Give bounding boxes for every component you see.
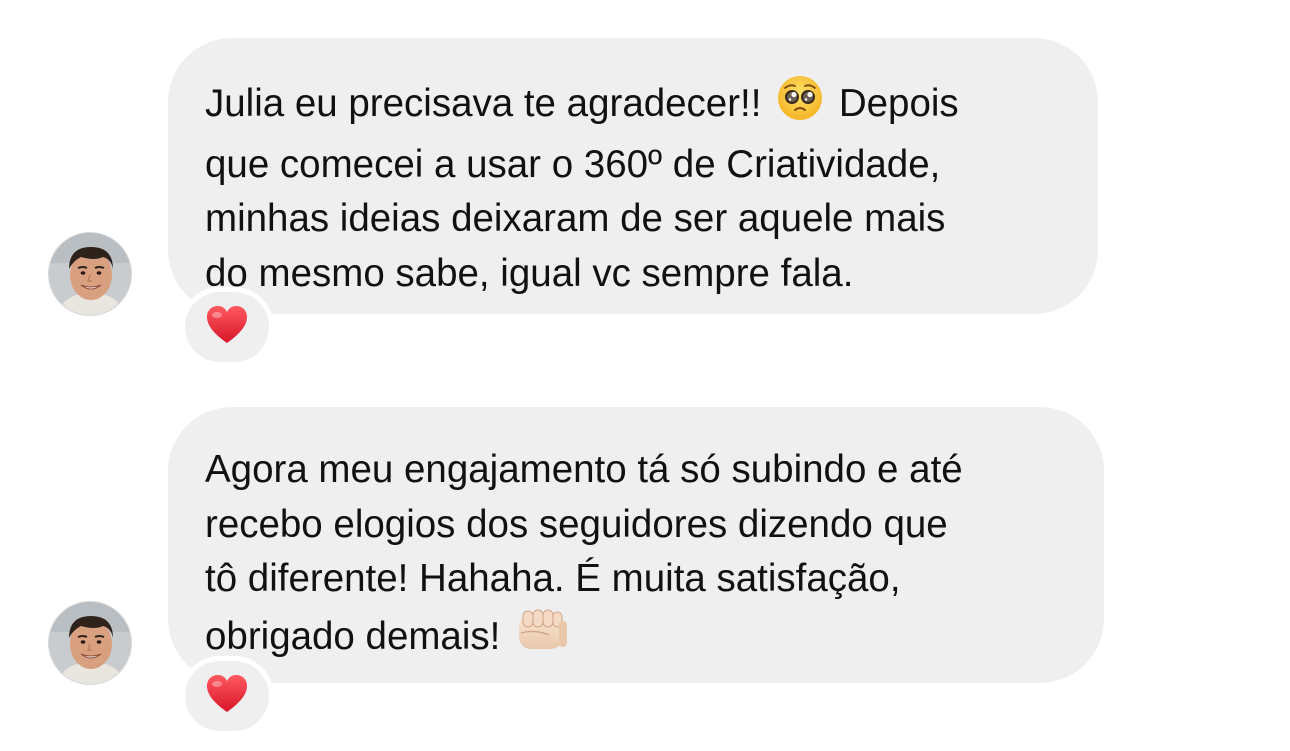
reaction-badge[interactable] xyxy=(180,287,274,367)
pleading-face-emoji xyxy=(776,74,824,138)
message-line: tô diferente! Hahaha. É muita satisfação… xyxy=(205,557,901,600)
sender-avatar[interactable] xyxy=(48,232,132,316)
message-line: recebo elogios dos seguidores dizendo qu… xyxy=(205,502,948,546)
message-line: Julia eu precisava te agradecer!! Depois xyxy=(205,74,1048,138)
message-line: obrigado demais! xyxy=(205,607,1054,671)
reaction-badge[interactable] xyxy=(180,656,274,736)
message-line: Agora meu engajamento tá só subindo e at… xyxy=(205,448,963,491)
message-bubble[interactable]: Agora meu engajamento tá só subindo e at… xyxy=(168,407,1104,683)
red-heart-emoji xyxy=(205,674,249,719)
message-line: minhas ideias deixaram de ser aquele mai… xyxy=(205,197,946,240)
message-bubble[interactable]: Julia eu precisava te agradecer!! Depois… xyxy=(168,38,1098,314)
sender-avatar[interactable] xyxy=(48,601,132,685)
fist-emoji xyxy=(515,607,569,671)
message-line: do mesmo sabe, igual vc sempre fala. xyxy=(205,251,854,295)
red-heart-emoji xyxy=(205,305,249,350)
message-line: que comecei a usar o 360º de Criatividad… xyxy=(205,142,941,186)
